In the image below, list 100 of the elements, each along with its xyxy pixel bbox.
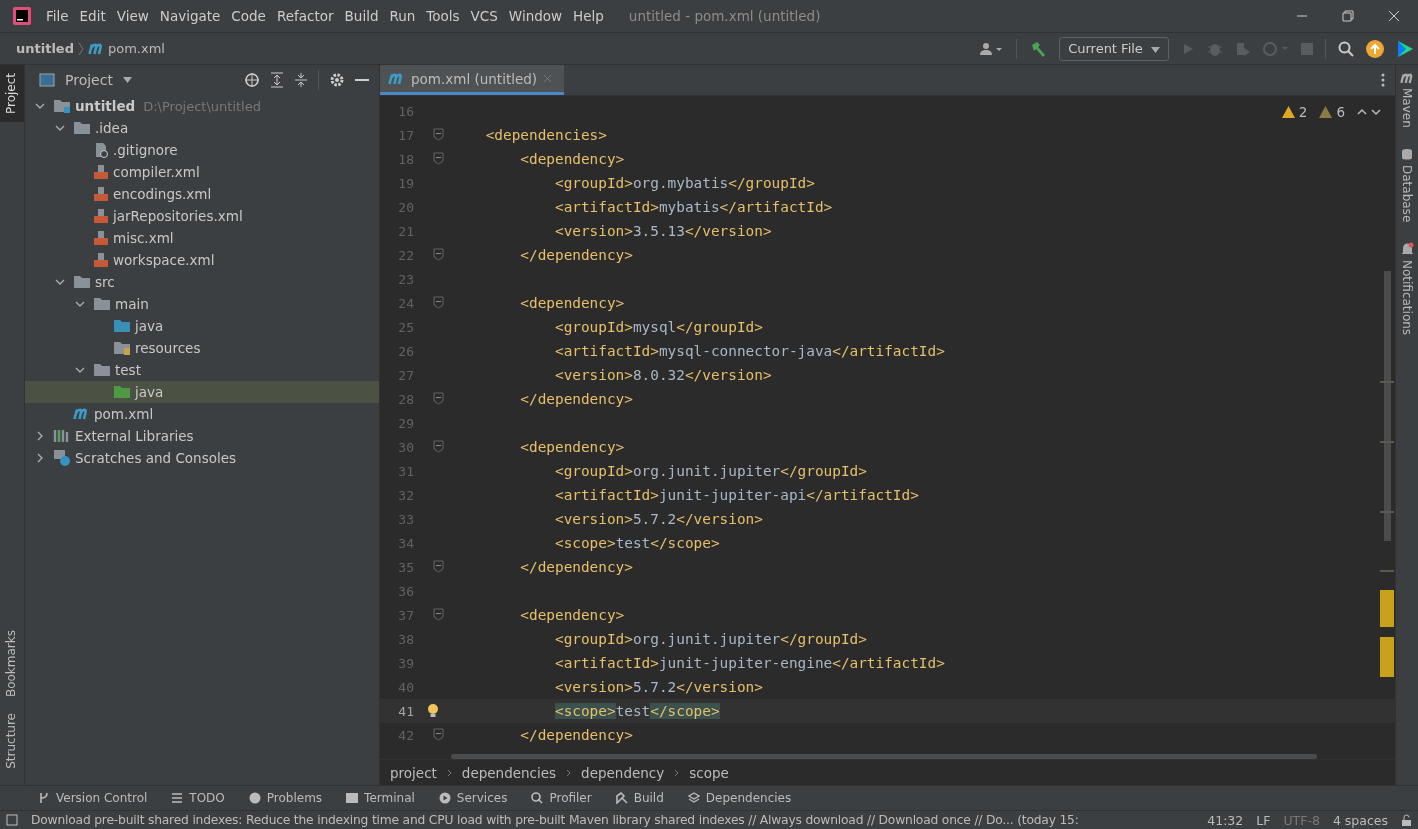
settings-icon[interactable] xyxy=(329,72,345,88)
tool-window-button[interactable]: Profiler xyxy=(531,791,592,805)
menu-item[interactable]: Window xyxy=(508,8,563,24)
caret-position[interactable]: 41:32 xyxy=(1207,812,1244,828)
expand-all-icon[interactable] xyxy=(270,72,284,88)
run-configuration-dropdown[interactable]: Current File xyxy=(1059,36,1169,61)
chevron-down-icon[interactable] xyxy=(1371,108,1381,116)
editor-tab[interactable]: pom.xml (untitled) xyxy=(380,65,565,95)
tool-window-button[interactable]: TODO xyxy=(171,791,225,805)
tree-item[interactable]: src xyxy=(25,271,379,293)
tree-label: External Libraries xyxy=(75,428,194,444)
target-icon[interactable] xyxy=(244,72,260,88)
tree-item[interactable]: .idea xyxy=(25,117,379,139)
breadcrumb[interactable]: dependencies xyxy=(461,764,557,781)
fold-marker-icon[interactable] xyxy=(433,296,444,309)
menu-item[interactable]: Help xyxy=(573,8,604,24)
fold-marker-icon[interactable] xyxy=(433,728,444,741)
tree-item[interactable]: resources xyxy=(25,337,379,359)
tool-window-button[interactable]: Build xyxy=(615,791,664,805)
update-icon[interactable] xyxy=(1366,39,1384,58)
xml-file-icon xyxy=(93,208,109,224)
tool-window-tab[interactable]: Database xyxy=(1400,147,1414,223)
tool-window-tab[interactable]: Bookmarks xyxy=(0,622,24,706)
tree-item[interactable]: pom.xml xyxy=(25,403,379,425)
menu-item[interactable]: Build xyxy=(344,8,379,24)
warning-icon[interactable] xyxy=(1281,106,1295,118)
fold-marker-icon[interactable] xyxy=(433,440,444,453)
tool-window-tab[interactable]: Maven xyxy=(1399,73,1415,128)
tree-item[interactable]: workspace.xml xyxy=(25,249,379,271)
menu-item[interactable]: Refactor xyxy=(276,8,334,24)
more-icon[interactable] xyxy=(1381,73,1385,87)
menu-item[interactable]: Code xyxy=(231,8,266,24)
tree-item[interactable]: misc.xml xyxy=(25,227,379,249)
tree-label: .gitignore xyxy=(113,142,178,158)
fold-marker-icon[interactable] xyxy=(433,152,444,165)
tool-window-button[interactable]: Problems xyxy=(248,791,323,805)
lock-icon[interactable] xyxy=(1401,814,1412,826)
window-icon[interactable] xyxy=(6,814,18,826)
tree-item[interactable]: encodings.xml xyxy=(25,183,379,205)
breadcrumb[interactable]: dependency xyxy=(581,764,665,781)
fold-marker-icon[interactable] xyxy=(433,248,444,261)
tool-window-button[interactable]: Services xyxy=(438,791,508,805)
chevron-up-icon[interactable] xyxy=(1357,108,1367,116)
menu-item[interactable]: File xyxy=(46,8,69,24)
tree-item[interactable]: External Libraries xyxy=(25,425,379,447)
chevron-down-icon[interactable] xyxy=(75,365,85,375)
fold-marker-icon[interactable] xyxy=(433,128,444,141)
lightbulb-icon[interactable] xyxy=(426,703,439,719)
horizontal-scrollbar[interactable] xyxy=(451,754,1317,759)
fold-marker-icon[interactable] xyxy=(433,608,444,621)
users-icon[interactable] xyxy=(980,41,1005,56)
close-icon[interactable] xyxy=(1388,10,1400,22)
chevron-down-icon[interactable] xyxy=(35,101,45,111)
menu-item[interactable]: VCS xyxy=(470,8,498,24)
restore-icon[interactable] xyxy=(1342,10,1354,22)
caret-down-icon[interactable] xyxy=(122,77,132,83)
chevron-right-icon[interactable] xyxy=(35,453,45,463)
bell-icon xyxy=(1400,242,1414,257)
breadcrumb[interactable]: scope xyxy=(689,764,729,781)
tree-item[interactable]: jarRepositories.xml xyxy=(25,205,379,227)
chevron-down-icon[interactable] xyxy=(75,299,85,309)
breadcrumb[interactable]: pom.xml xyxy=(108,41,165,56)
tree-item[interactable]: compiler.xml xyxy=(25,161,379,183)
status-message[interactable]: Download pre-built shared indexes: Reduce the indexing time and CPU load with pre-built Maven library shared indexes // Always download // Download once // Do... (today 15: xyxy=(31,813,1195,827)
breadcrumb[interactable]: untitled xyxy=(16,41,74,56)
collapse-all-icon[interactable] xyxy=(294,72,308,88)
tree-item[interactable]: test xyxy=(25,359,379,381)
breadcrumb[interactable]: project xyxy=(390,764,437,781)
tree-item[interactable]: untitled D:\Project\untitled xyxy=(25,95,379,117)
toolbox-icon[interactable] xyxy=(1396,39,1414,58)
tree-item[interactable]: .gitignore xyxy=(25,139,379,161)
line-separator[interactable]: LF xyxy=(1256,812,1271,828)
tree-item[interactable]: Scratches and Consoles xyxy=(25,447,379,469)
chevron-right-icon[interactable] xyxy=(35,431,45,441)
chevron-down-icon[interactable] xyxy=(55,277,65,287)
tree-item[interactable]: main xyxy=(25,293,379,315)
minimize-icon[interactable] xyxy=(355,78,369,82)
panel-title[interactable]: Project xyxy=(65,72,113,88)
search-icon[interactable] xyxy=(1338,40,1354,57)
tool-window-tab[interactable]: Notifications xyxy=(1400,242,1414,336)
menu-item[interactable]: Run xyxy=(389,8,416,24)
tool-window-button[interactable]: Dependencies xyxy=(687,791,792,805)
warning-count[interactable]: 2 xyxy=(1298,104,1308,120)
menu-item[interactable]: Edit xyxy=(79,8,106,24)
tool-window-button[interactable]: Version Control xyxy=(38,791,148,805)
menu-item[interactable]: Tools xyxy=(426,8,460,24)
menu-item[interactable]: Navigate xyxy=(159,8,221,24)
tool-window-tab[interactable]: Project xyxy=(0,65,24,123)
tree-item[interactable]: java xyxy=(25,381,379,403)
tool-window-tab[interactable]: Structure xyxy=(0,705,24,777)
warning-count[interactable]: 6 xyxy=(1336,104,1345,120)
tool-window-button[interactable]: Terminal xyxy=(346,791,415,805)
menu-item[interactable]: View xyxy=(116,8,149,24)
chevron-down-icon[interactable] xyxy=(55,123,65,133)
indent-setting[interactable]: 4 spaces xyxy=(1332,812,1388,828)
warning-icon[interactable] xyxy=(1319,106,1333,118)
fold-marker-icon[interactable] xyxy=(433,560,444,573)
vertical-scrollbar[interactable] xyxy=(1384,271,1391,541)
tree-item[interactable]: java xyxy=(25,315,379,337)
fold-marker-icon[interactable] xyxy=(433,392,444,405)
